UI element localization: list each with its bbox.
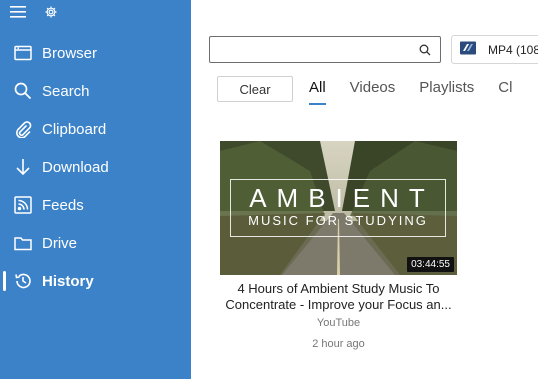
- thumbnail-title: AMBIENT: [249, 183, 435, 213]
- video-source: YouTube: [316, 317, 361, 329]
- clear-button[interactable]: Clear: [217, 76, 293, 102]
- tab-channels[interactable]: Cl: [498, 79, 512, 99]
- gear-icon[interactable]: [44, 5, 58, 24]
- thumbnail-title-frame: AMBIENT MUSIC FOR STUDYING: [230, 179, 446, 237]
- sidebar-item-label: Drive: [42, 234, 78, 252]
- sidebar-item-clipboard[interactable]: Clipboard: [0, 110, 191, 148]
- thumbnail-subtitle: MUSIC FOR STUDYING: [248, 213, 428, 228]
- feeds-icon: [14, 196, 32, 214]
- search-icon[interactable]: [419, 43, 431, 61]
- search-input[interactable]: [209, 36, 441, 63]
- clipboard-icon: [14, 120, 32, 138]
- sidebar-item-feeds[interactable]: Feeds: [0, 186, 191, 224]
- browser-icon: [14, 44, 32, 62]
- sidebar: Browser Search Clipboard Download Feeds: [0, 0, 191, 379]
- download-icon: [14, 158, 32, 176]
- hamburger-menu-icon[interactable]: [10, 5, 26, 24]
- sidebar-item-label: History: [42, 272, 94, 290]
- sidebar-item-history[interactable]: History: [0, 262, 191, 300]
- sidebar-item-label: Download: [42, 158, 109, 176]
- tab-playlists[interactable]: Playlists: [419, 79, 474, 99]
- search-icon: [14, 82, 32, 100]
- video-timestamp: 2 hour ago: [312, 338, 365, 350]
- filter-tabs: Clear All Videos Playlists Cl: [217, 76, 512, 105]
- sidebar-item-label: Browser: [42, 44, 98, 62]
- sidebar-item-label: Clipboard: [42, 120, 107, 138]
- sidebar-item-download[interactable]: Download: [0, 148, 191, 186]
- sidebar-item-label: Search: [42, 82, 90, 100]
- sidebar-item-label: Feeds: [42, 196, 84, 214]
- video-title-line: 4 Hours of Ambient Study Music To: [237, 281, 440, 296]
- video-title-line: Concentrate - Improve your Focus an...: [225, 297, 452, 312]
- sidebar-item-search[interactable]: Search: [0, 72, 191, 110]
- duration-badge: 03:44:55: [407, 257, 454, 272]
- history-icon: [14, 272, 32, 290]
- video-format-icon: [460, 41, 476, 58]
- format-select[interactable]: MP4 (108: [451, 35, 538, 64]
- sidebar-nav: Browser Search Clipboard Download Feeds: [0, 34, 191, 300]
- video-title[interactable]: 4 Hours of Ambient Study Music To Concen…: [220, 281, 457, 313]
- drive-icon: [14, 234, 32, 252]
- video-thumbnail[interactable]: AMBIENT MUSIC FOR STUDYING 03:44:55: [220, 141, 457, 275]
- sidebar-item-browser[interactable]: Browser: [0, 34, 191, 72]
- history-item[interactable]: AMBIENT MUSIC FOR STUDYING 03:44:55 4 Ho…: [220, 141, 457, 350]
- tab-all[interactable]: All: [309, 79, 326, 105]
- tab-videos[interactable]: Videos: [350, 79, 396, 99]
- sidebar-top-icons: [10, 5, 58, 24]
- main-panel: MP4 (108 Clear All Videos Playlists Cl A…: [191, 0, 538, 379]
- format-label: MP4 (108: [488, 42, 538, 57]
- sidebar-item-drive[interactable]: Drive: [0, 224, 191, 262]
